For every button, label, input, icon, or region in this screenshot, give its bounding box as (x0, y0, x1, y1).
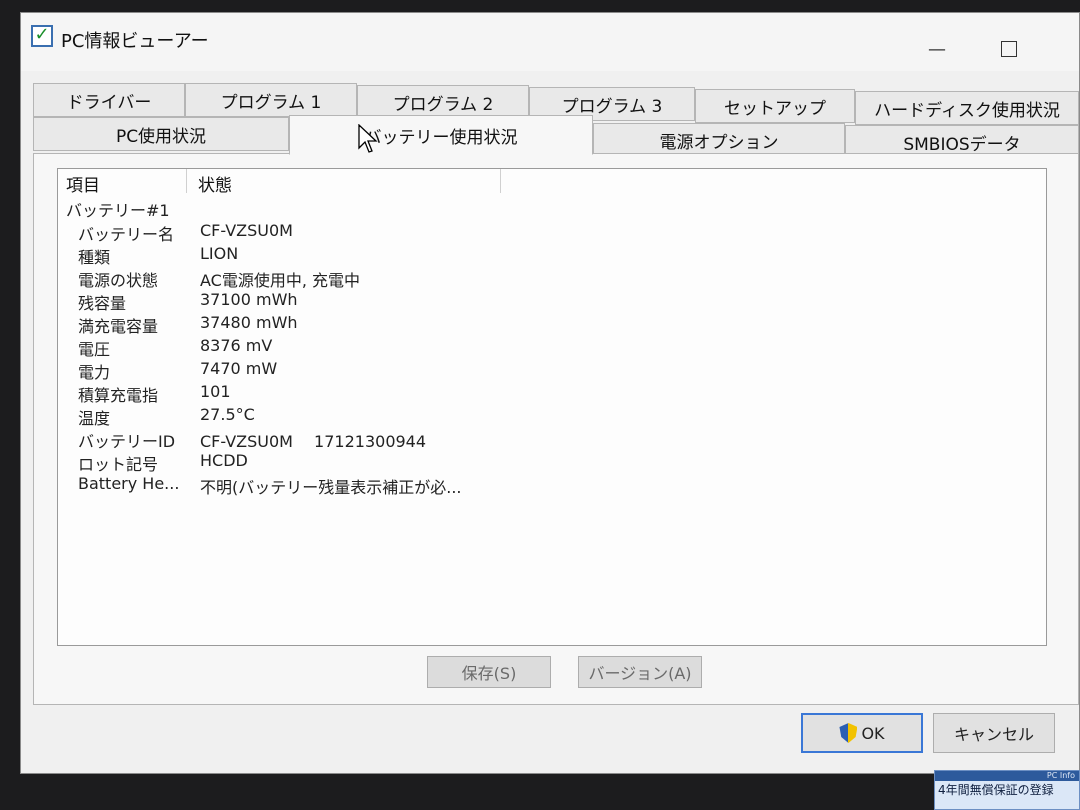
group-label: バッテリー#1 (66, 201, 170, 220)
item-key: 温度 (78, 409, 111, 428)
item-value: AC電源使用中, 充電中 (200, 271, 361, 290)
list-group-battery-1[interactable]: バッテリー#1 (58, 197, 1046, 220)
list-item[interactable]: 残容量 37100 mWh (58, 290, 1046, 313)
item-key: 電力 (78, 363, 111, 382)
window-title: PC情報ビューアー (61, 31, 209, 52)
ok-button[interactable]: OK (801, 713, 923, 753)
list-item[interactable]: 電源の状態 AC電源使用中, 充電中 (58, 267, 1046, 290)
item-value: LION (200, 244, 239, 263)
item-key: ロット記号 (78, 455, 159, 474)
tab-driver[interactable]: ドライバー (33, 83, 185, 117)
list-item[interactable]: バッテリー名 CF-VZSU0M (58, 221, 1046, 244)
notification-text: 4年間無償保証の登録 (938, 783, 1054, 797)
checkbox-app-icon: ✓ (31, 25, 53, 47)
battery-info-list[interactable]: 項目 状態 バッテリー#1 バッテリー名 CF-VZSU0M 種類 LION 電源の… (57, 168, 1047, 646)
uac-shield-icon (839, 723, 858, 743)
list-item[interactable]: 温度 27.5°C (58, 405, 1046, 428)
maximize-button[interactable] (989, 41, 1029, 65)
tab-hdd-usage[interactable]: ハードディスク使用状況 (855, 91, 1079, 125)
item-value: CF-VZSU0M (200, 221, 293, 240)
notification-header: PC Info (935, 771, 1079, 781)
item-value: 8376 mV (200, 336, 273, 355)
item-key: 残容量 (78, 294, 127, 313)
item-value: 7470 mW (200, 359, 278, 378)
item-value: 27.5°C (200, 405, 255, 424)
list-header: 項目 状態 (58, 169, 1046, 196)
minimize-button[interactable]: — (917, 41, 957, 65)
item-key: バッテリー名 (78, 225, 175, 244)
list-item[interactable]: 種類 LION (58, 244, 1046, 267)
item-key: 電源の状態 (78, 271, 159, 290)
column-header-status[interactable]: 状態 (198, 171, 232, 196)
item-value: 37480 mWh (200, 313, 298, 332)
list-item[interactable]: Battery He... 不明(バッテリー残量表示補正が必... (58, 474, 1046, 497)
item-key: 満充電容量 (78, 317, 159, 336)
list-item[interactable]: 積算充電指 101 (58, 382, 1046, 405)
item-key: 種類 (78, 248, 111, 267)
maximize-icon (1001, 41, 1017, 57)
notification-popup[interactable]: PC Info 4年間無償保証の登録 (934, 770, 1080, 810)
tab-pc-usage[interactable]: PC使用状況 (33, 117, 289, 151)
list-item[interactable]: 電圧 8376 mV (58, 336, 1046, 359)
version-button[interactable]: バージョン(A) (578, 656, 702, 688)
list-item[interactable]: 満充電容量 37480 mWh (58, 313, 1046, 336)
column-header-item[interactable]: 項目 (66, 171, 100, 196)
item-key: Battery He... (78, 474, 180, 493)
item-key: 積算充電指 (78, 386, 159, 405)
title-bar: ✓ PC情報ビューアー — (21, 13, 1079, 71)
item-value: 不明(バッテリー残量表示補正が必... (200, 478, 462, 497)
column-separator[interactable] (500, 169, 501, 193)
column-separator[interactable] (186, 169, 187, 193)
tab-setup[interactable]: セットアップ (695, 89, 855, 123)
pc-info-viewer-window: ✓ PC情報ビューアー — ドライバー プログラム 1 プログラム 2 プログラ… (20, 12, 1080, 774)
list-item[interactable]: ロット記号 HCDD (58, 451, 1046, 474)
item-key: 電圧 (78, 340, 111, 359)
item-value: HCDD (200, 451, 248, 470)
save-button[interactable]: 保存(S) (427, 656, 551, 688)
ok-label: OK (861, 723, 885, 743)
tab-program-1[interactable]: プログラム 1 (185, 83, 357, 117)
tab-battery-usage[interactable]: バッテリー使用状況 (289, 115, 593, 155)
list-item[interactable]: 電力 7470 mW (58, 359, 1046, 382)
item-value: 37100 mWh (200, 290, 298, 309)
list-item[interactable]: バッテリーID CF-VZSU0M 17121300944 (58, 428, 1046, 451)
item-value: CF-VZSU0M 17121300944 (200, 432, 427, 451)
item-value: 101 (200, 382, 231, 401)
tab-power-options[interactable]: 電源オプション (593, 123, 845, 157)
item-key: バッテリーID (78, 432, 176, 451)
cancel-button[interactable]: キャンセル (933, 713, 1055, 753)
tab-program-2[interactable]: プログラム 2 (357, 85, 529, 119)
mouse-cursor-icon (358, 124, 378, 153)
